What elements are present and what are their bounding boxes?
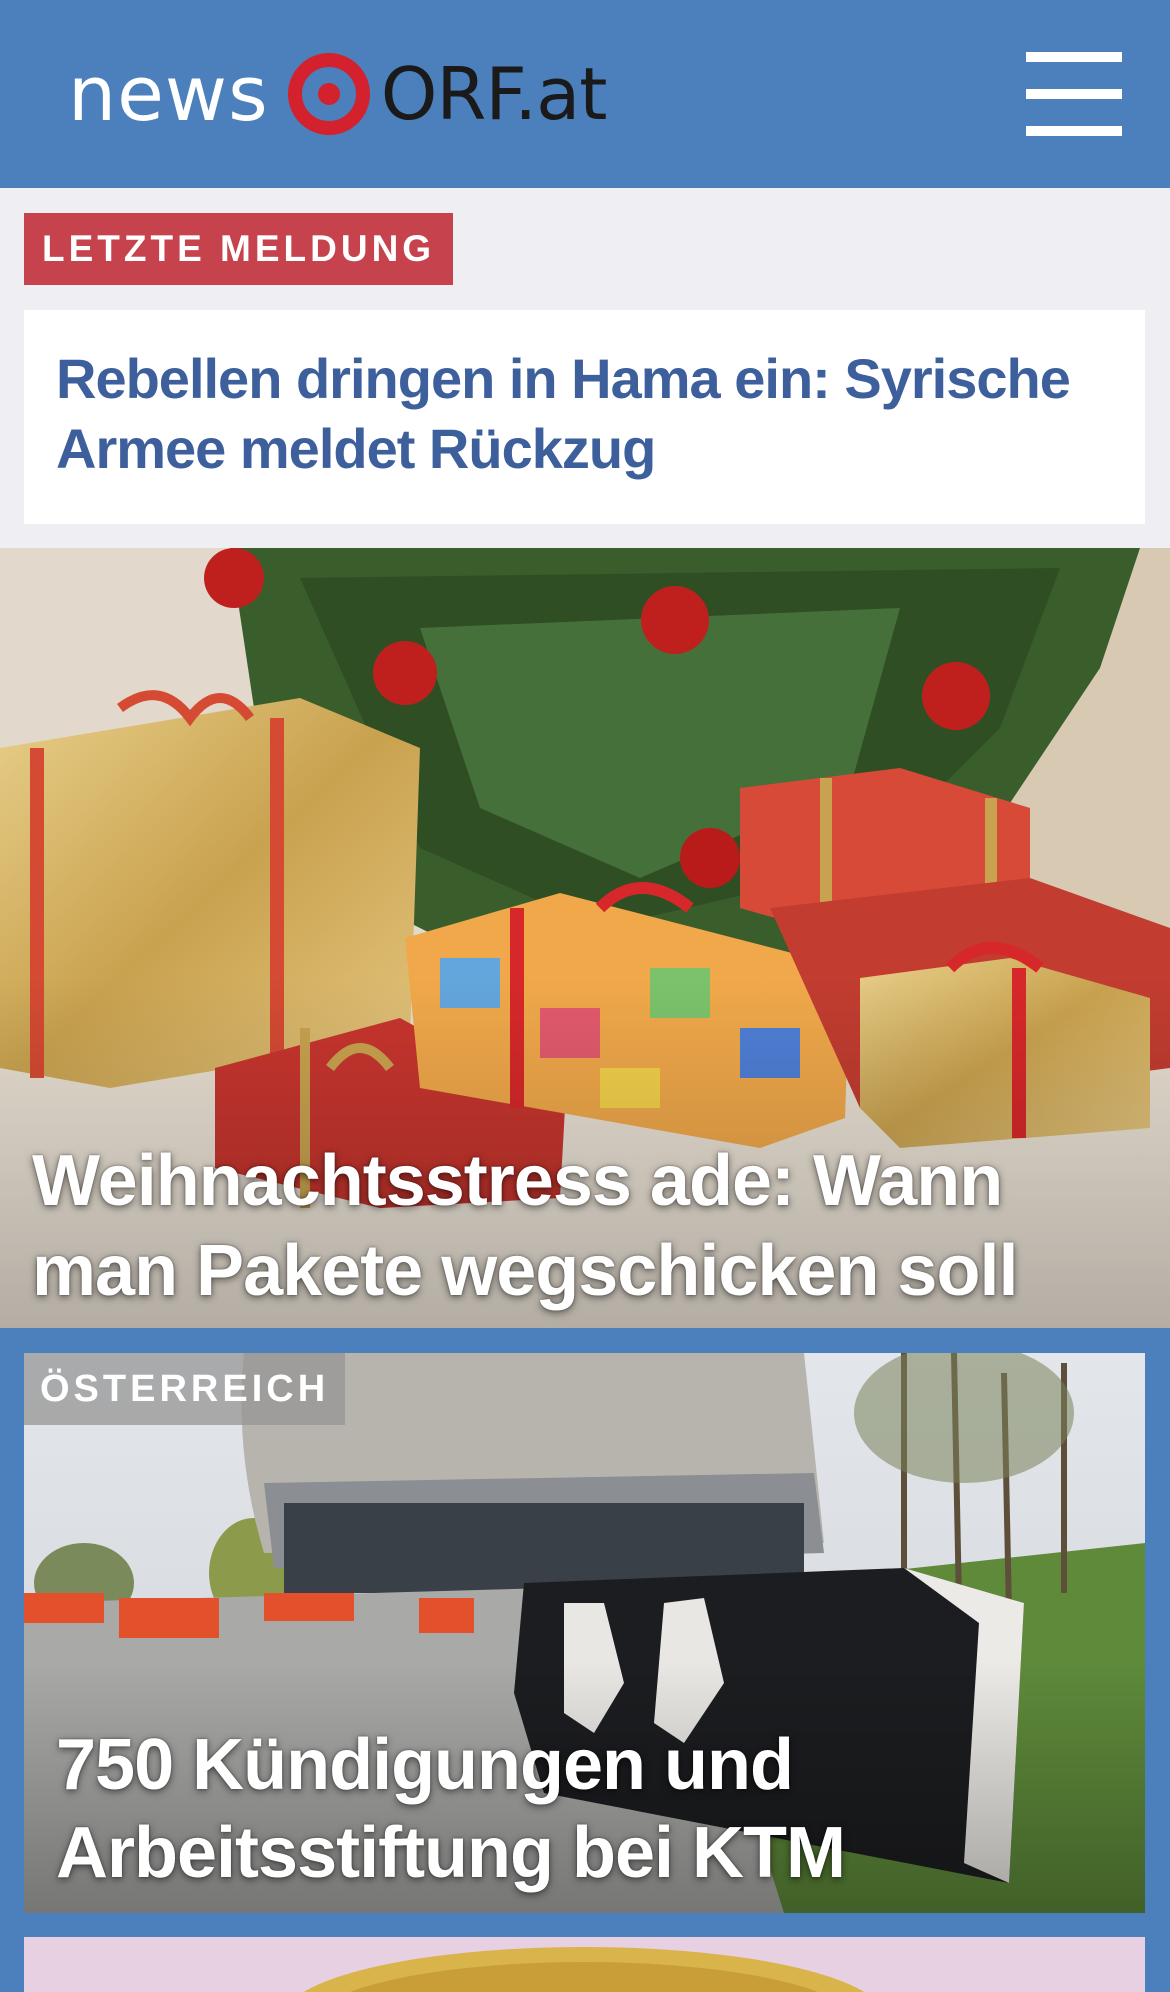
story-headline[interactable]: 750 Kündigungen und Arbeitsstiftung bei … (56, 1721, 1096, 1897)
section-badge[interactable]: ÖSTERREICH (24, 1353, 346, 1425)
story-card-ktm[interactable]: ÖSTERREICH 750 Kündigungen und Arbeitsst… (24, 1353, 1145, 1913)
breaking-news-card[interactable]: Rebellen dringen in Hama ein: Syrische A… (24, 310, 1145, 524)
breaking-news-headline[interactable]: Rebellen dringen in Hama ein: Syrische A… (56, 344, 1116, 484)
logo-orf-text: ORF.at (380, 52, 608, 136)
orf-logo[interactable]: news ORF.at (68, 48, 608, 140)
story-card-christmas[interactable]: Weihnachtsstress ade: Wann man Pakete we… (0, 548, 1170, 1328)
hamburger-menu-icon[interactable] (1026, 52, 1122, 136)
story-image-coin (24, 1937, 1145, 1992)
orf-eye-icon (287, 53, 370, 135)
logo-news-text: news (68, 49, 269, 138)
story-headline[interactable]: Weihnachtsstress ade: Wann man Pakete we… (32, 1136, 1132, 1316)
story-card-teaser[interactable] (24, 1937, 1145, 1992)
site-header: news ORF.at (0, 0, 1170, 188)
breaking-news-badge: LETZTE MELDUNG (24, 213, 454, 285)
